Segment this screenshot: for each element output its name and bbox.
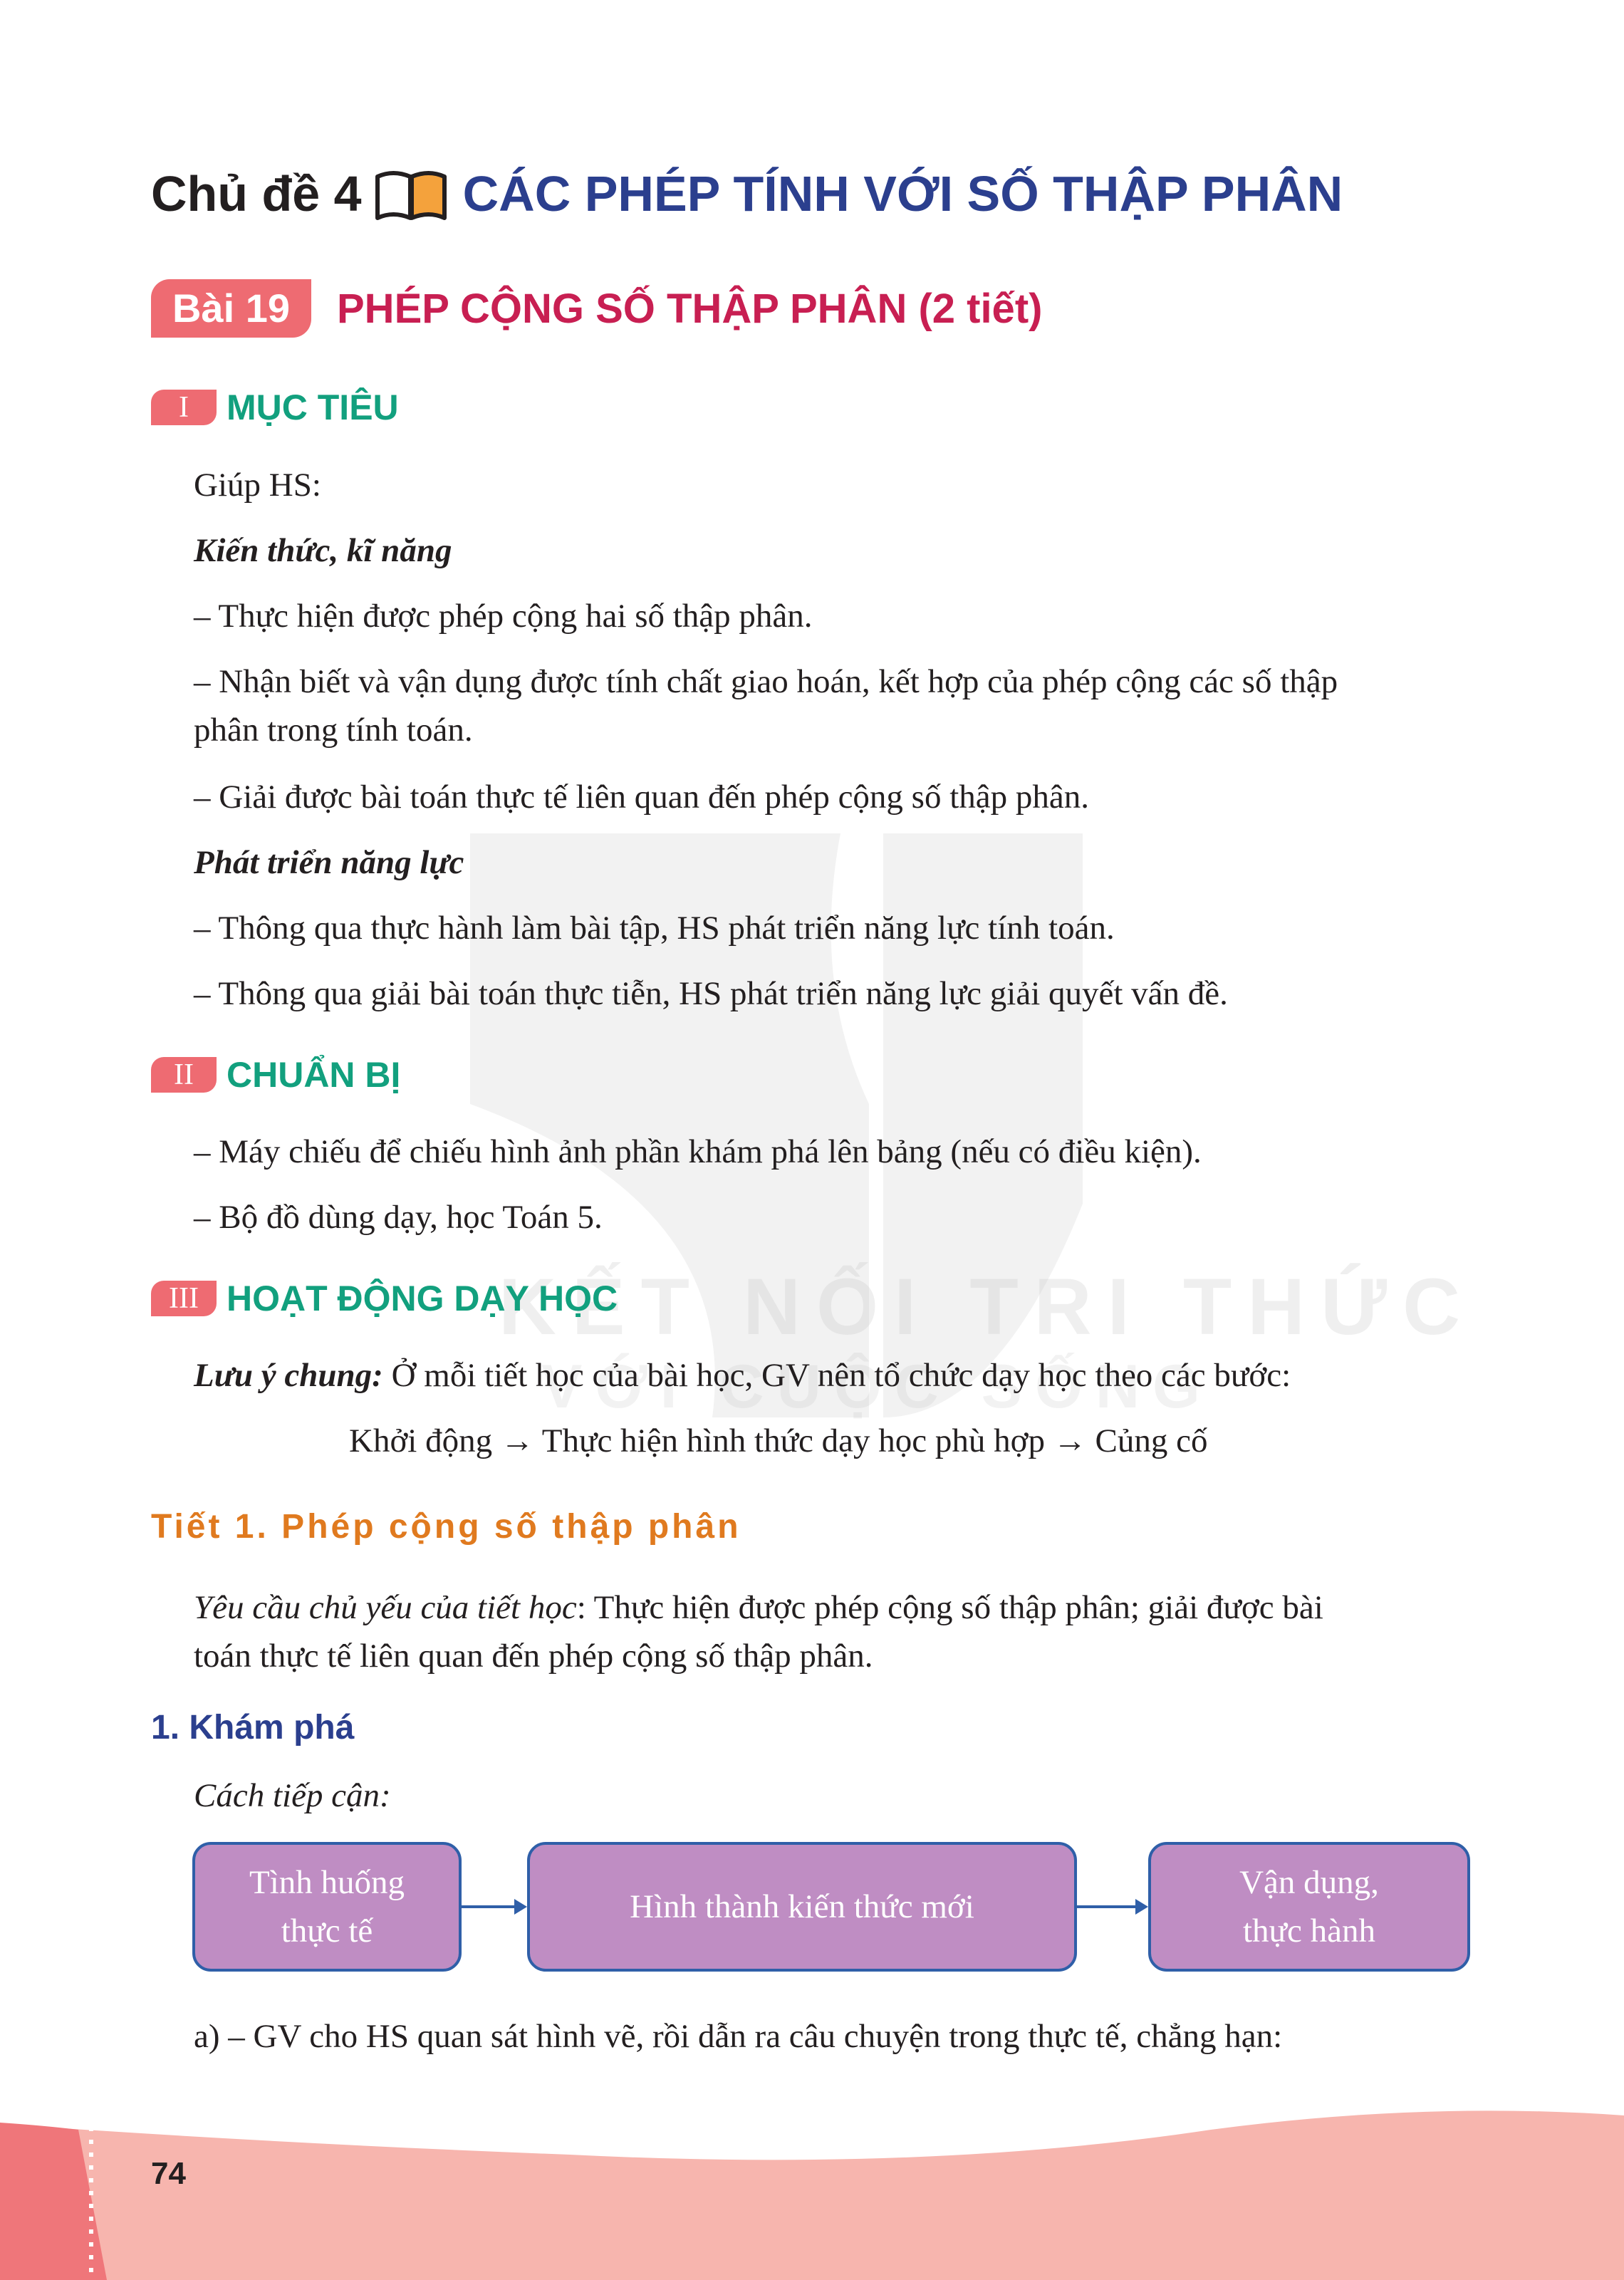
period-requirement: Yêu cầu chủ yếu của tiết học: Thực hiện … [194, 1584, 1323, 1631]
arrow-right-icon [462, 1899, 527, 1915]
general-note: Lưu ý chung: Ở mỗi tiết học của bài học,… [194, 1352, 1291, 1399]
note-text: Ở mỗi tiết học của bài học, GV nên tổ ch… [382, 1357, 1291, 1394]
subsection-title: 1. Khám phá [151, 1709, 355, 1747]
section-title: CHUẨN BỊ [227, 1055, 401, 1095]
step-a-text: a) – GV cho HS quan sát hình vẽ, rồi dẫn… [194, 2018, 1283, 2055]
lesson-title: PHÉP CỘNG SỐ THẬP PHÂN (2 tiết) [337, 285, 1043, 332]
list-item: – Nhận biết và vận dụng được tính chất g… [194, 663, 1338, 700]
note-label: Lưu ý chung: [194, 1357, 383, 1394]
list-item: – Thông qua giải bài toán thực tiễn, HS … [194, 975, 1228, 1012]
lesson-badge: Bài 19 [151, 279, 311, 338]
box-line: Hình thành kiến thức mới [630, 1888, 974, 1925]
list-item: – Giải được bài toán thực tế liên quan đ… [194, 779, 1089, 816]
box-line: thực tế [281, 1912, 373, 1950]
requirement-label: Yêu cầu chủ yếu của tiết học [194, 1589, 577, 1626]
section-title: HOẠT ĐỘNG DẠY HỌC [227, 1279, 618, 1318]
section-hoat-dong: III HOẠT ĐỘNG DẠY HỌC [151, 1278, 618, 1319]
list-item: – Thông qua thực hành làm bài tập, HS ph… [194, 910, 1115, 947]
textbook-page: KẾT NỐI TRI THỨC VỚI CUỘC SỐNG Chủ đề 4 … [0, 0, 1624, 2280]
box-line: thực hành [1242, 1912, 1375, 1950]
section-number: III [151, 1281, 217, 1316]
period-title: Tiết 1. Phép cộng số thập phân [151, 1508, 741, 1546]
box-line: Vận dụng, [1239, 1864, 1379, 1901]
section-number: I [151, 390, 217, 425]
section-chuan-bi: II CHUẨN BỊ [151, 1054, 400, 1095]
list-item: – Bộ đồ dùng dạy, học Toán 5. [194, 1199, 603, 1236]
list-item-continuation: phân trong tính toán. [194, 712, 473, 749]
flow-box-practice: Vận dụng, thực hành [1148, 1842, 1470, 1972]
requirement-text: : Thực hiện được phép cộng số thập phân;… [576, 1589, 1323, 1626]
list-item: – Máy chiếu để chiếu hình ảnh phần khám … [194, 1133, 1202, 1170]
arrow-right-icon [1077, 1899, 1148, 1915]
topic-prefix: Chủ đề 4 [151, 166, 362, 222]
requirement-continuation: toán thực tế liên quan đến phép cộng số … [194, 1638, 873, 1675]
box-line: Tình huống [249, 1864, 405, 1901]
topic-heading: Chủ đề 4 CÁC PHÉP TÍNH VỚI SỐ THẬP PHÂN [151, 158, 1343, 229]
section-number: II [151, 1057, 217, 1093]
flow-box-situation: Tình huống thực tế [192, 1842, 462, 1972]
watermark-text-line1: KẾT NỐI TRI THỨC [499, 1262, 1476, 1351]
section-title: MỤC TIÊU [227, 387, 399, 427]
lesson-heading: Bài 19 PHÉP CỘNG SỐ THẬP PHÂN (2 tiết) [151, 276, 1042, 340]
page-number: 74 [151, 2156, 186, 2191]
flow-box-new-knowledge: Hình thành kiến thức mới [527, 1842, 1077, 1972]
list-item: – Thực hiện được phép cộng hai số thập p… [194, 598, 813, 635]
topic-title: CÁC PHÉP TÍNH VỚI SỐ THẬP PHÂN [462, 166, 1343, 222]
intro-text: Giúp HS: [194, 467, 321, 504]
teaching-flow: Khởi động → Thực hiện hình thức dạy học … [349, 1422, 1208, 1459]
footer-wave-decoration [0, 2110, 1624, 2280]
section-muc-tieu: I MỤC TIÊU [151, 387, 399, 428]
subheading-kien-thuc: Kiến thức, kĩ năng [194, 532, 452, 569]
approach-label: Cách tiếp cận: [194, 1777, 391, 1814]
open-book-icon [375, 171, 447, 220]
subheading-phat-trien: Phát triển năng lực [194, 844, 464, 881]
